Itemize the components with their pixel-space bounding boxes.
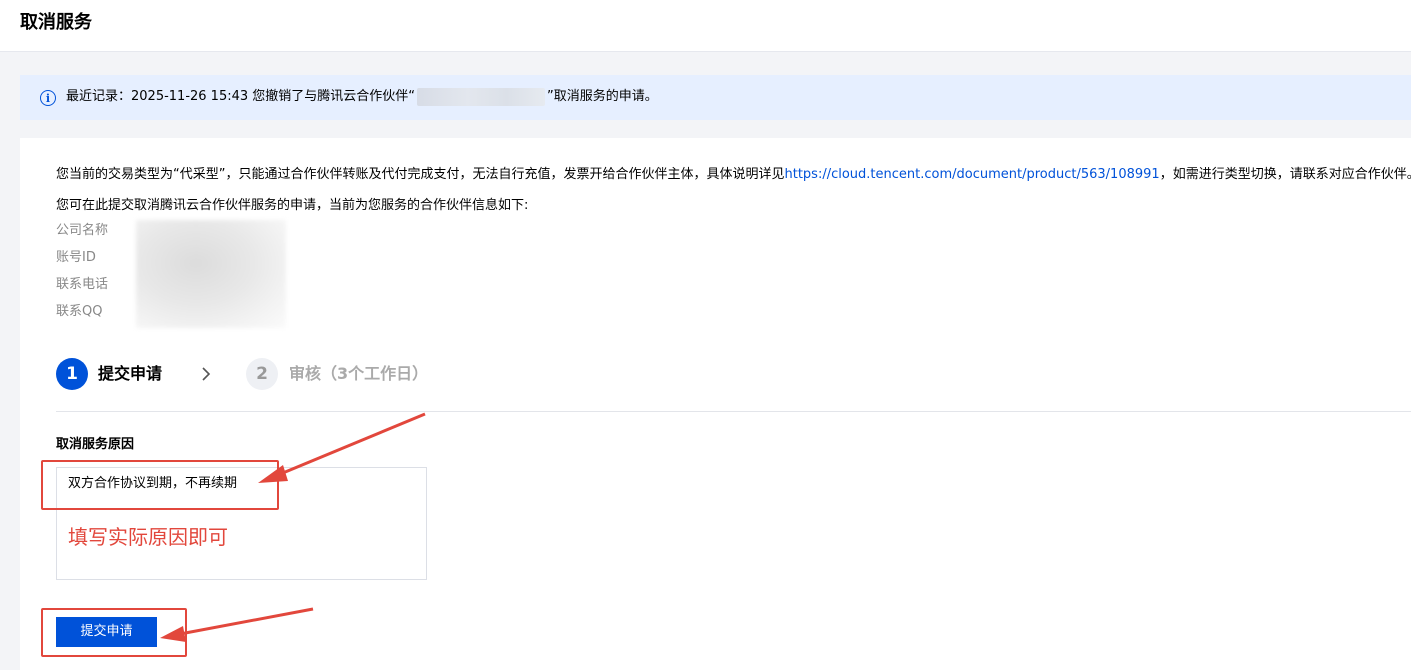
description-text-end: ，如需进行类型切换，请联系对应合作伙伴。 (1159, 167, 1411, 182)
info-icon: i (40, 90, 56, 106)
page-header: 取消服务 (0, 0, 1411, 52)
redacted-partner-info (136, 220, 286, 328)
doc-link[interactable]: https://cloud.tencent.com/document/produ… (784, 167, 1159, 182)
cancel-service-card: 您当前的交易类型为“代采型”，只能通过合作伙伴转账及代付完成支付，无法自行充值，… (20, 138, 1411, 670)
notice-text: 最近记录：2025-11-26 15:43 您撤销了与腾讯云合作伙伴“ ”取消服… (66, 88, 658, 106)
annotation-highlight-reason (41, 460, 279, 510)
step2-label: 审核（3个工作日） (289, 364, 429, 383)
redacted-partner-name (417, 88, 546, 106)
reason-label: 取消服务原因 (56, 437, 135, 452)
qq-label: 联系QQ (56, 304, 103, 319)
divider (56, 411, 1411, 412)
phone-label: 联系电话 (56, 277, 109, 292)
partner-info-intro: 您可在此提交取消腾讯云合作伙伴服务的申请，当前为您服务的合作伙伴信息如下: (56, 198, 529, 213)
account-id-label: 账号ID (56, 250, 96, 265)
annotation-text: 填写实际原因即可 (68, 525, 228, 549)
annotation-highlight-submit (41, 608, 187, 657)
recent-record-notice: i 最近记录：2025-11-26 15:43 您撤销了与腾讯云合作伙伴“ ”取… (20, 75, 1411, 120)
step1-label: 提交申请 (98, 364, 163, 383)
page-title: 取消服务 (20, 12, 92, 33)
trade-type-description: 您当前的交易类型为“代采型”，只能通过合作伙伴转账及代付完成支付，无法自行充值，… (56, 166, 1411, 184)
step2-number: 2 (246, 358, 278, 390)
description-text: 您当前的交易类型为“代采型”，只能通过合作伙伴转账及代付完成支付，无法自行充值，… (56, 167, 785, 182)
notice-text-before: 最近记录：2025-11-26 15:43 您撤销了与腾讯云合作伙伴“ (66, 89, 416, 104)
step1-number: 1 (56, 358, 88, 390)
company-name-label: 公司名称 (56, 223, 109, 238)
chevron-right-icon (202, 367, 211, 381)
notice-text-after: ”取消服务的申请。 (547, 89, 658, 104)
